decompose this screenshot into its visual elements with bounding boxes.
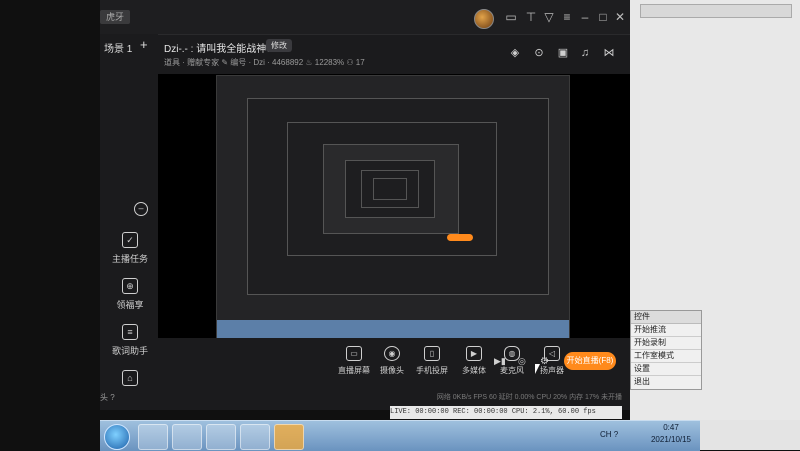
start-recording-button[interactable]: 开始录制	[631, 337, 701, 350]
eye-icon[interactable]: ◎	[518, 356, 526, 367]
nested-frame	[373, 178, 407, 200]
source-toolbar: ▭ 直播屏幕 ◉ 摄像头 ▯ 手机投屏 ▶ 多媒体 ◍ 麦克风 ◁ 扬声器 ▶▮…	[158, 338, 630, 388]
obs-status-bar: LIVE: 00:00:00 REC: 00:00:00 CPU: 2.1%, …	[390, 406, 622, 419]
maximize-icon[interactable]: □	[596, 10, 610, 24]
clock-time[interactable]: 0:47	[646, 423, 696, 432]
layout-icon[interactable]: ▣	[556, 46, 570, 60]
minimize-icon[interactable]: –	[578, 10, 592, 24]
collapse-icon[interactable]: –	[134, 202, 148, 216]
settings-icon[interactable]: ⚙	[540, 356, 549, 367]
phone-cast-icon: ▯	[424, 346, 440, 361]
shirt-icon[interactable]: ⊤	[524, 10, 538, 24]
streaming-app-window: 虎牙 ▭ ⊤ ▽ ≡ – □ ✕ 场景 1 + – ✓ 主播任务 ⊕ 领福享 ≡…	[100, 0, 630, 410]
settings-button[interactable]: 设置	[631, 363, 701, 376]
sidebar-item-lyrics[interactable]: ≡ 歌词助手	[102, 324, 158, 357]
start-button[interactable]	[104, 424, 130, 450]
controls-title: 控件	[631, 311, 701, 324]
sidebar-item-more[interactable]: ⌂	[102, 370, 158, 390]
sidebar-item-label: 歌词助手	[111, 346, 148, 356]
tool-label: 直播屏幕	[338, 366, 370, 375]
screen-icon: ▭	[346, 346, 362, 361]
scene-label[interactable]: 场景 1	[104, 40, 132, 55]
windows-taskbar: CH ? 0:47 2021/10/15	[100, 420, 700, 451]
steam-taskbar-icon[interactable]	[172, 424, 202, 450]
sidebar-item-label: 领福享	[116, 300, 144, 310]
filter-icon[interactable]: ▽	[542, 10, 556, 24]
desktop-edge	[700, 420, 800, 450]
tool-label: 扬声器	[540, 366, 564, 375]
tool-label: 摄像头	[380, 366, 404, 375]
camera-icon: ◉	[384, 346, 400, 361]
recursive-capture	[216, 75, 570, 339]
start-streaming-button[interactable]: 开始推流	[631, 324, 701, 337]
menu-icon[interactable]: ≡	[560, 10, 574, 24]
exit-button[interactable]: 退出	[631, 376, 701, 388]
title-bar: 虎牙 ▭ ⊤ ▽ ≡ – □ ✕	[100, 0, 630, 35]
tool-phone-cast[interactable]: ▯ 手机投屏	[408, 346, 456, 376]
gift-box-icon[interactable]: ◈	[508, 46, 522, 60]
start-live-button[interactable]: 开始直播(F8)	[564, 352, 616, 370]
left-sidebar: 场景 1 + – ✓ 主播任务 ⊕ 领福享 ≡ 歌词助手 ⌂	[100, 34, 158, 410]
room-meta: 道具 · 赠献专家 ✎ 编号 · Dzi · 4468892 ♨ 12283% …	[164, 58, 365, 67]
close-icon[interactable]: ✕	[613, 10, 627, 24]
sidebar-item-label: 主播任务	[111, 254, 148, 264]
tool-label: 多媒体	[462, 366, 486, 375]
lock-icon[interactable]: ⊙	[532, 46, 546, 60]
clipboard-check-icon: ✓	[122, 232, 138, 248]
obs-status-text: LIVE: 00:00:00 REC: 00:00:00 CPU: 2.1%, …	[390, 408, 596, 416]
lyrics-icon: ≡	[122, 324, 138, 340]
bell-icon[interactable]: ♫	[578, 46, 592, 60]
sidebar-item-gifts[interactable]: ⊕ 领福享	[102, 278, 158, 311]
car-icon: ⌂	[122, 370, 138, 386]
obs-taskbar-icon[interactable]	[138, 424, 168, 450]
tool-label: 麦克风	[500, 366, 524, 375]
tool-label: 手机投屏	[416, 366, 448, 375]
edit-title-button[interactable]: 修改	[266, 39, 292, 52]
record-icon[interactable]: ▶▮	[494, 356, 506, 367]
bottom-hint: 头 ?	[100, 393, 115, 402]
stream-preview[interactable]	[158, 74, 630, 339]
user-avatar[interactable]	[474, 9, 494, 29]
counter-strike-taskbar-icon[interactable]	[240, 424, 270, 450]
studio-mode-button[interactable]: 工作室模式	[631, 350, 701, 363]
mouse-cursor	[535, 364, 540, 374]
share-icon[interactable]: ⋈	[602, 46, 616, 60]
stats-text: 网络 0KB/s FPS 60 延时 0.00% CPU 20% 内存 17% …	[436, 394, 622, 401]
sidebar-item-tasks[interactable]: ✓ 主播任务	[102, 232, 158, 265]
message-icon[interactable]: ▭	[504, 10, 518, 24]
brand-logo: 虎牙	[100, 10, 130, 24]
add-scene-icon[interactable]: +	[140, 37, 148, 52]
obs-titlebar	[640, 4, 792, 18]
game-taskbar-icon[interactable]	[206, 424, 236, 450]
obs-controls-panel: 控件 开始推流 开始录制 工作室模式 设置 退出	[630, 310, 702, 390]
clock-date[interactable]: 2021/10/15	[646, 435, 696, 444]
nested-taskbar	[217, 320, 569, 338]
media-icon: ▶	[466, 346, 482, 361]
system-tray[interactable]: CH ?	[600, 430, 644, 439]
help-taskbar-icon[interactable]	[274, 424, 304, 450]
nested-start-button	[447, 234, 473, 241]
gift-icon: ⊕	[122, 278, 138, 294]
room-title: Dzi-.- : 请叫我全能战神！	[164, 44, 277, 55]
obs-window: 控件 开始推流 开始录制 工作室模式 设置 退出	[630, 0, 800, 420]
